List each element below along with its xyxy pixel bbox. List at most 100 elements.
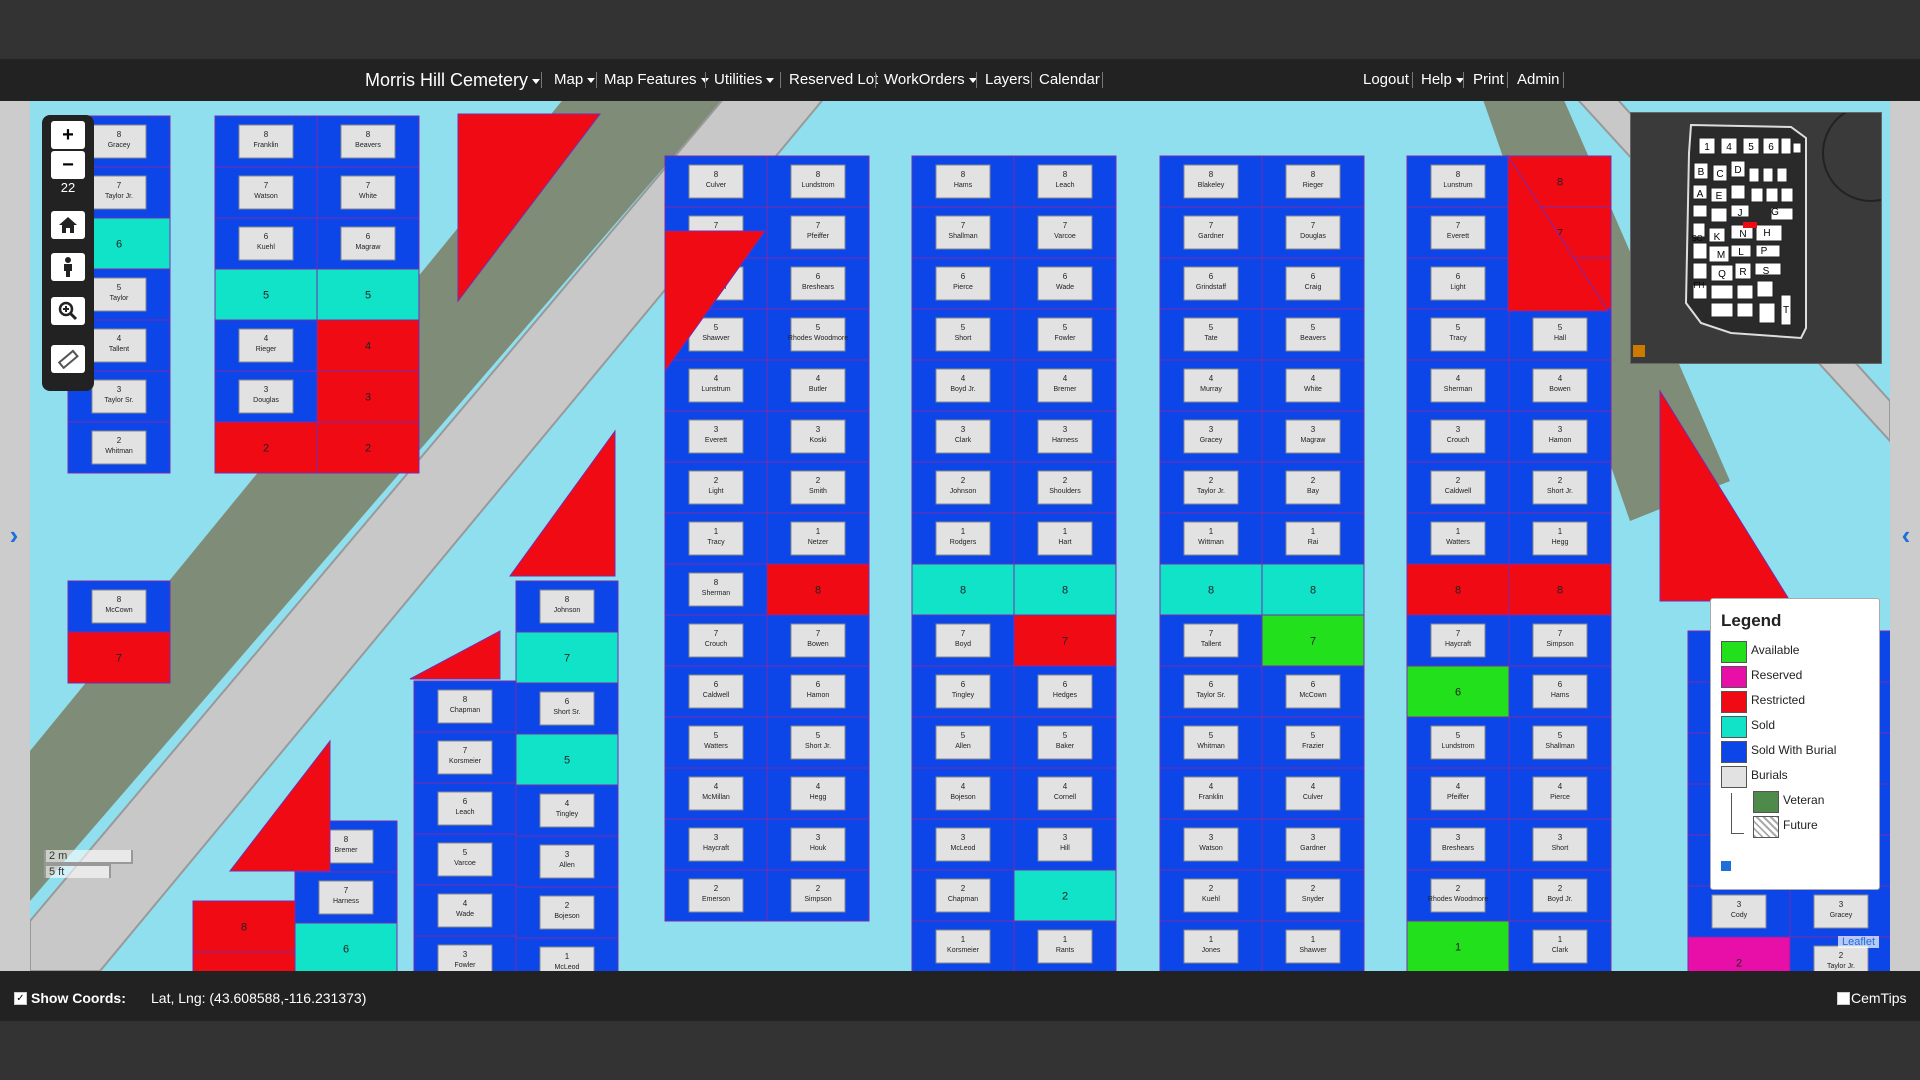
lot-number: 5 xyxy=(816,731,821,740)
lot-number: 7 xyxy=(1063,221,1068,230)
burial-name: Magraw xyxy=(356,244,382,251)
lot-number: 8 xyxy=(1062,585,1068,597)
lot-number: 2 xyxy=(1558,476,1563,485)
nav-divider xyxy=(1412,72,1413,88)
burial-name: Snyder xyxy=(1302,896,1325,903)
zoom-box-button[interactable] xyxy=(51,297,85,325)
lot-number: 2 xyxy=(1456,884,1461,893)
svg-text:SC: SC xyxy=(1691,234,1702,243)
lot-number: 3 xyxy=(365,392,371,404)
burial-name: Tracy xyxy=(1449,335,1467,342)
burial-name: Douglas xyxy=(1300,233,1326,240)
burial-name: Hedges xyxy=(1053,692,1078,699)
burial-name: Bowen xyxy=(1549,386,1571,393)
burial-name: Bremer xyxy=(1054,386,1078,393)
burial-name: Jones xyxy=(1202,947,1221,954)
lot-number: 6 xyxy=(714,680,719,689)
home-button[interactable] xyxy=(51,211,85,239)
legend-collapse-icon[interactable] xyxy=(1721,861,1731,871)
nav-divider xyxy=(875,72,876,88)
nav-reserved-lot[interactable]: Reserved Lot xyxy=(789,59,878,101)
nav-divider xyxy=(1507,72,1508,88)
lot-number: 8 xyxy=(1063,170,1068,179)
lot-number: 8 xyxy=(1208,585,1214,597)
zoom-out-button[interactable]: − xyxy=(51,151,85,179)
lot-number: 3 xyxy=(463,950,468,959)
lot-number: 6 xyxy=(961,272,966,281)
burial-name: Varcoe xyxy=(454,860,476,867)
street-view-button[interactable] xyxy=(51,253,85,281)
burial-name: Craig xyxy=(1305,284,1322,291)
nav-utilities-menu[interactable]: Utilities xyxy=(714,59,775,101)
nav-workorders-menu[interactable]: WorkOrders xyxy=(884,59,977,101)
nav-map-menu[interactable]: Map xyxy=(554,59,596,101)
legend-label: Reserved xyxy=(1751,668,1803,682)
lot-number: 7 xyxy=(564,653,570,665)
cemtips-checkbox[interactable] xyxy=(1837,992,1850,1005)
lot-number: 1 xyxy=(1455,942,1461,954)
lot-number: 8 xyxy=(1455,585,1461,597)
burial-name: Rhodes Woodmore xyxy=(1428,896,1488,903)
burial-name: Tingley xyxy=(556,811,579,818)
nav-calendar[interactable]: Calendar xyxy=(1039,59,1100,101)
burial-name: Hegg xyxy=(1552,539,1569,546)
lot-number: 4 xyxy=(714,374,719,383)
lot-number: 4 xyxy=(1558,374,1563,383)
lot-number: 3 xyxy=(816,833,821,842)
lot-number: 4 xyxy=(1063,782,1068,791)
lot-number: 7 xyxy=(344,886,349,895)
lot-number: 4 xyxy=(816,782,821,791)
burial-name: Caldwell xyxy=(703,692,730,699)
lot-number: 3 xyxy=(1209,425,1214,434)
burial-name: Short Sr. xyxy=(553,709,580,716)
nav-layers[interactable]: Layers xyxy=(985,59,1030,101)
lot-number: 2 xyxy=(816,884,821,893)
lot-number: 7 xyxy=(463,746,468,755)
burial-name: Grindstaff xyxy=(1196,284,1226,291)
burial-name: Hegg xyxy=(810,794,827,801)
burial-name: Frazier xyxy=(1302,743,1324,750)
nav-admin[interactable]: Admin xyxy=(1517,59,1560,101)
burial-name: Wade xyxy=(456,911,474,918)
lot-number: 1 xyxy=(714,527,719,536)
map-canvas: 8 Gracey 7 Taylor Jr. 6 5 Taylor 4 Tallent 3 Taylo… xyxy=(30,101,1890,971)
zoom-in-button[interactable]: + xyxy=(51,121,85,149)
lot-number: 3 xyxy=(1311,425,1316,434)
brand-menu[interactable]: Morris Hill Cemetery xyxy=(365,59,541,101)
svg-text:E: E xyxy=(1716,191,1723,202)
show-coords-checkbox[interactable]: ✓ xyxy=(14,992,27,1005)
coordinate-readout: Lat, Lng: (43.608588,-116.231373) xyxy=(151,990,367,1006)
chevron-right-icon[interactable]: › xyxy=(4,520,24,550)
legend-swatch xyxy=(1721,766,1747,788)
lot-number: 5 xyxy=(816,323,821,332)
burial-name: Taylor Jr. xyxy=(1197,488,1225,495)
nav-help-menu[interactable]: Help xyxy=(1421,59,1464,101)
chevron-left-icon[interactable]: ‹ xyxy=(1896,520,1916,550)
lot-number: 5 xyxy=(1311,731,1316,740)
nav-logout[interactable]: Logout xyxy=(1363,59,1409,101)
lot-number: 8 xyxy=(960,585,966,597)
burial-name: Short Jr. xyxy=(805,743,831,750)
cemetery-map[interactable]: 8 Gracey 7 Taylor Jr. 6 5 Taylor 4 Tallent 3 Taylo… xyxy=(30,101,1890,971)
measure-button[interactable] xyxy=(51,345,85,373)
nav-divider xyxy=(705,72,706,88)
nav-map-features-menu[interactable]: Map Features xyxy=(604,59,709,101)
lot-number: 2 xyxy=(816,476,821,485)
burial-name: Taylor xyxy=(110,295,129,302)
lot-number: 2 xyxy=(1062,891,1068,903)
zoom-level: 22 xyxy=(60,180,76,195)
nav-print[interactable]: Print xyxy=(1473,59,1504,101)
burial-name: Everett xyxy=(705,437,727,444)
lot-number: 3 xyxy=(1737,900,1742,909)
burial-name: Murray xyxy=(1200,386,1222,393)
burial-name: Boyd Jr. xyxy=(950,386,975,393)
burial-name: Rai xyxy=(1308,539,1319,546)
minimap[interactable]: 1 4 5 6 BCD E A J HG K N M L P Q R S T SC FH xyxy=(1630,104,1920,364)
burial-name: Allen xyxy=(559,862,575,869)
nav-divider xyxy=(1031,72,1032,88)
lot-number: 2 xyxy=(1558,884,1563,893)
leaflet-attribution-link[interactable]: Leaflet xyxy=(1838,936,1880,948)
burial-name: Rants xyxy=(1056,947,1075,954)
lot-number: 7 xyxy=(1310,636,1316,648)
burial-name: Chapman xyxy=(948,896,978,903)
